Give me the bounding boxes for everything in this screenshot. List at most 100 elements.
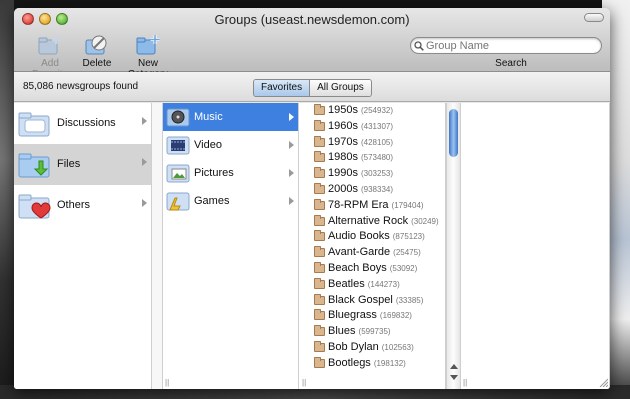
column-resize-handle[interactable]: || (302, 378, 306, 387)
group-count: (179404) (391, 200, 424, 210)
group-name: Beatles (328, 277, 365, 290)
category-files[interactable]: Files (14, 144, 151, 185)
folder-icon (314, 340, 325, 352)
column-resize-handle[interactable]: || (165, 378, 169, 387)
list-item[interactable]: 1970s (428105) (300, 135, 445, 151)
category-label: Files (57, 158, 81, 170)
chevron-right-icon (142, 158, 147, 166)
group-count: (30249) (411, 216, 439, 226)
subcategory-music[interactable]: Music (163, 103, 298, 131)
tab-favorites[interactable]: Favorites (254, 80, 311, 96)
group-text: Bob Dylan (102563) (328, 341, 414, 353)
new-category-icon (135, 34, 161, 56)
group-count: (53092) (389, 263, 418, 273)
column-gap (152, 103, 162, 389)
group-count: (144273) (367, 279, 400, 289)
subcategory-pictures[interactable]: Pictures (163, 159, 298, 187)
group-list: 1950s (254932) 1960s (431307) 1970s (428105) 1… (300, 103, 445, 372)
column-resize-handle[interactable]: || (463, 378, 467, 387)
list-item[interactable]: Bluegrass (169832) (300, 308, 445, 324)
group-list-scrollbar[interactable] (446, 103, 460, 389)
view-segmented-control: Favorites All Groups (253, 79, 372, 97)
list-item[interactable]: 1950s (254932) (300, 103, 445, 119)
group-name: Blues (328, 325, 356, 338)
folder-icon (314, 104, 325, 115)
list-item[interactable]: Bootlegs (198132) (300, 356, 445, 372)
group-name: Bootlegs (328, 356, 371, 369)
group-name: 1950s (328, 104, 358, 116)
group-text: Blues (599735) (328, 325, 391, 337)
games-icon (166, 192, 190, 211)
category-others[interactable]: Others (14, 185, 151, 226)
search-area: Search (410, 37, 602, 69)
list-item[interactable]: Audio Books (875123) (300, 229, 445, 245)
list-item[interactable]: Avant-Garde (25475) (300, 245, 445, 261)
list-item[interactable]: Beatles (144273) (300, 277, 445, 293)
list-item[interactable]: 78-RPM Era (179404) (300, 198, 445, 214)
group-text: 2000s (938334) (328, 183, 393, 195)
subcategory-label: Music (194, 111, 223, 123)
group-count: (169832) (379, 311, 412, 321)
list-item[interactable]: Beach Boys (53092) (300, 261, 445, 277)
group-count: (431307) (360, 121, 394, 131)
delete-button[interactable]: Delete (82, 34, 112, 69)
scroll-down-arrow-icon[interactable] (450, 375, 458, 380)
title-toolbar: Groups (useast.newsdemon.com) Add Favori… (14, 8, 610, 80)
list-item[interactable]: Bob Dylan (102563) (300, 340, 445, 356)
group-name: 1980s (328, 151, 358, 164)
group-name: 1960s (328, 119, 358, 132)
folder-icon (314, 356, 325, 368)
group-name: 2000s (328, 182, 358, 195)
search-field[interactable] (410, 37, 602, 54)
groups-window: Groups (useast.newsdemon.com) Add Favori… (14, 8, 610, 389)
category-label: Discussions (57, 117, 116, 129)
list-item[interactable]: 1980s (573480) (300, 150, 445, 166)
folder-icon (314, 230, 325, 242)
group-count: (102563) (381, 342, 414, 352)
video-icon (166, 136, 190, 155)
group-name: Bob Dylan (328, 340, 379, 353)
group-text: Black Gospel (33385) (328, 294, 423, 306)
list-item[interactable]: Blues (599735) (300, 324, 445, 340)
subcategory-label: Video (194, 139, 222, 151)
folder-icon (314, 167, 325, 179)
subcategory-games[interactable]: Games (163, 187, 298, 215)
group-count: (875123) (392, 232, 425, 242)
group-name: Beach Boys (328, 261, 387, 274)
window-title: Groups (useast.newsdemon.com) (214, 12, 410, 27)
subcategory-video[interactable]: Video (163, 131, 298, 159)
list-item[interactable]: Alternative Rock (30249) (300, 214, 445, 230)
search-input[interactable] (426, 39, 596, 52)
group-text: 1950s (254932) (328, 104, 393, 116)
scroll-up-arrow-icon[interactable] (450, 364, 458, 369)
list-item[interactable]: 2000s (938334) (300, 182, 445, 198)
folder-icon (314, 261, 325, 273)
group-text: Beatles (144273) (328, 278, 400, 290)
folder-icon (314, 182, 325, 194)
group-count: (599735) (358, 327, 391, 337)
others-folder-icon (18, 194, 51, 219)
folder-icon (314, 119, 325, 131)
list-item[interactable]: 1960s (431307) (300, 119, 445, 135)
category-discussions[interactable]: Discussions (14, 103, 151, 144)
group-count: (254932) (360, 106, 394, 115)
scrollbar-thumb[interactable] (449, 109, 458, 157)
toolbar-toggle-button[interactable] (584, 13, 604, 22)
folder-icon (314, 151, 325, 163)
list-item[interactable]: 1990s (303253) (300, 166, 445, 182)
chevron-right-icon (142, 199, 147, 207)
list-item[interactable]: Black Gospel (33385) (300, 293, 445, 309)
subcategory-label: Pictures (194, 167, 234, 179)
group-text: Beach Boys (53092) (328, 262, 417, 274)
tab-all-groups[interactable]: All Groups (310, 80, 371, 96)
detail-column: || (460, 103, 610, 389)
resize-grip-icon[interactable] (598, 377, 608, 387)
folder-icon (314, 293, 325, 305)
folder-icon (314, 246, 325, 258)
discussions-folder-icon (18, 112, 50, 137)
group-count: (25475) (393, 248, 421, 258)
group-text: 78-RPM Era (179404) (328, 199, 424, 211)
group-text: Alternative Rock (30249) (328, 215, 439, 227)
chevron-right-icon (289, 141, 294, 149)
column-browser: Discussions Files Others Music Video Pic… (14, 103, 610, 389)
